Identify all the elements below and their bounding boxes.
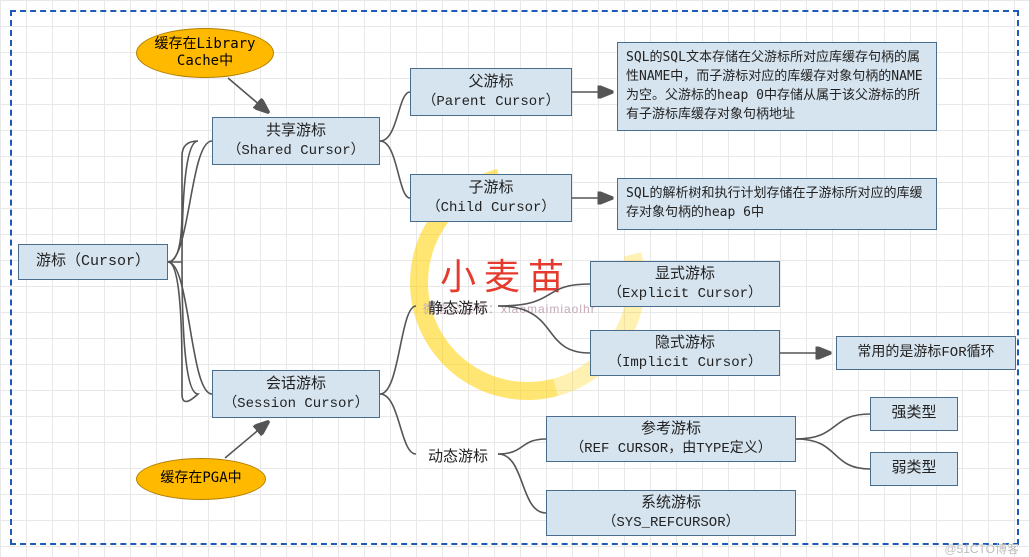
shared-line1: 共享游标 <box>266 122 326 142</box>
session-line1: 会话游标 <box>266 375 326 395</box>
ellipse-library-cache: 缓存在Library Cache中 <box>136 28 274 78</box>
implicit-line2: （Implicit Cursor） <box>608 354 762 372</box>
ref-line1: 参考游标 <box>641 420 701 440</box>
sys-line1: 系统游标 <box>641 494 701 514</box>
parent-line2: （Parent Cursor） <box>422 93 559 111</box>
node-for-loop: 常用的是游标FOR循环 <box>836 336 1016 370</box>
for-loop-label: 常用的是游标FOR循环 <box>857 344 994 362</box>
node-child-cursor: 子游标 （Child Cursor） <box>410 174 572 222</box>
node-weak-type: 弱类型 <box>870 452 958 486</box>
explicit-line2: （Explicit Cursor） <box>608 285 762 303</box>
node-parent-cursor: 父游标 （Parent Cursor） <box>410 68 572 116</box>
session-line2: （Session Cursor） <box>223 395 369 413</box>
note-parent-cursor: SQL的SQL文本存储在父游标所对应库缓存句柄的属性NAME中，而子游标对应的库… <box>617 42 937 131</box>
implicit-line1: 隐式游标 <box>655 334 715 354</box>
label-static-cursor: 静态游标 <box>418 297 498 318</box>
child-line1: 子游标 <box>468 179 513 199</box>
node-root: 游标（Cursor） <box>18 244 168 280</box>
node-root-label: 游标（Cursor） <box>36 252 150 272</box>
node-implicit-cursor: 隐式游标 （Implicit Cursor） <box>590 330 780 376</box>
ellipse-lib-label: 缓存在Library Cache中 <box>147 36 263 71</box>
node-shared-cursor: 共享游标 （Shared Cursor） <box>212 117 380 165</box>
parent-line1: 父游标 <box>468 73 513 93</box>
node-strong-type: 强类型 <box>870 397 958 431</box>
node-explicit-cursor: 显式游标 （Explicit Cursor） <box>590 261 780 307</box>
ellipse-pga: 缓存在PGA中 <box>136 458 266 500</box>
note-child-cursor: SQL的解析树和执行计划存储在子游标所对应的库缓存对象句柄的heap 6中 <box>617 178 937 230</box>
strong-label: 强类型 <box>891 404 936 424</box>
node-ref-cursor: 参考游标 （REF CURSOR，由TYPE定义） <box>546 416 796 462</box>
child-line2: （Child Cursor） <box>427 199 556 217</box>
ref-line2: （REF CURSOR，由TYPE定义） <box>570 440 772 458</box>
shared-line2: （Shared Cursor） <box>227 142 364 160</box>
node-sys-refcursor: 系统游标 （SYS_REFCURSOR） <box>546 490 796 536</box>
explicit-line1: 显式游标 <box>655 265 715 285</box>
sys-line2: （SYS_REFCURSOR） <box>602 514 739 532</box>
ellipse-pga-label: 缓存在PGA中 <box>160 470 241 488</box>
label-dynamic-cursor: 动态游标 <box>418 445 498 466</box>
node-session-cursor: 会话游标 （Session Cursor） <box>212 370 380 418</box>
weak-label: 弱类型 <box>891 459 936 479</box>
